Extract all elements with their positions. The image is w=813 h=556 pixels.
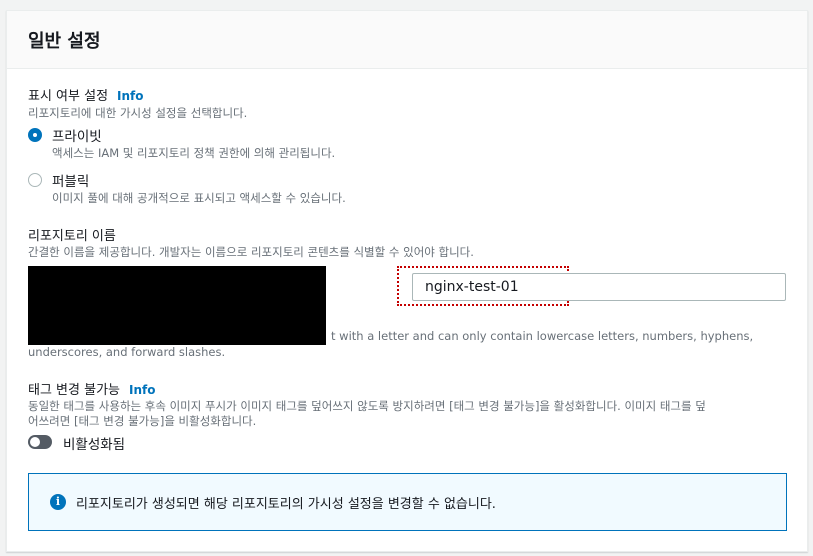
- panel-title: 일반 설정: [28, 31, 101, 52]
- panel-header: 일반 설정: [7, 11, 807, 69]
- repo-name-helper-line1: t with a letter and can only contain low…: [331, 329, 754, 343]
- repo-name-helper-line2: underscores, and forward slashes.: [28, 345, 226, 359]
- immutability-label: 태그 변경 불가능: [28, 383, 120, 398]
- info-icon: i: [50, 494, 66, 510]
- immutability-toggle-label: 비활성화됨: [63, 437, 126, 453]
- repo-name-description: 간결한 이름을 제공합니다. 개발자는 이름으로 리포지토리 콘텐츠를 식별할 …: [28, 245, 474, 259]
- public-radio[interactable]: [28, 173, 42, 187]
- private-radio-label[interactable]: 프라이빗: [52, 125, 102, 145]
- public-radio-description: 이미지 풀에 대해 공개적으로 표시되고 액세스할 수 있습니다.: [52, 191, 346, 205]
- general-settings-panel: 일반 설정 표시 여부 설정 Info 리포지토리에 대한 가시성 설정을 선택합…: [6, 10, 808, 552]
- private-radio[interactable]: [28, 128, 42, 142]
- immutability-toggle[interactable]: [28, 435, 52, 449]
- toggle-knob: [30, 437, 40, 447]
- repo-name-label: 리포지토리 이름: [28, 229, 116, 244]
- private-radio-description: 액세스는 IAM 및 리포지토리 정책 권한에 의해 관리됩니다.: [52, 146, 336, 160]
- immutability-info-link[interactable]: Info: [129, 383, 155, 397]
- immutability-label-row: 태그 변경 불가능 Info: [28, 379, 155, 398]
- repo-name-input[interactable]: nginx-test-01: [412, 273, 786, 301]
- public-radio-label[interactable]: 퍼블릭: [52, 170, 89, 190]
- visibility-description: 리포지토리에 대한 가시성 설정을 선택합니다.: [28, 106, 248, 120]
- immutability-description-line2: 어쓰려면 [태그 변경 불가능]을 비활성화합니다.: [28, 414, 257, 428]
- redacted-region: [28, 266, 326, 345]
- visibility-label-row: 표시 여부 설정 Info: [28, 85, 144, 104]
- visibility-info-link[interactable]: Info: [117, 89, 143, 103]
- info-alert-text: 리포지토리가 생성되면 해당 리포지토리의 가시성 설정을 변경할 수 없습니다…: [76, 497, 496, 512]
- visibility-label: 표시 여부 설정: [28, 89, 109, 104]
- info-alert: i 리포지토리가 생성되면 해당 리포지토리의 가시성 설정을 변경할 수 없습…: [28, 473, 787, 531]
- immutability-description-line1: 동일한 태그를 사용하는 후속 이미지 푸시가 이미지 태그를 덮어쓰지 않도록…: [28, 399, 706, 413]
